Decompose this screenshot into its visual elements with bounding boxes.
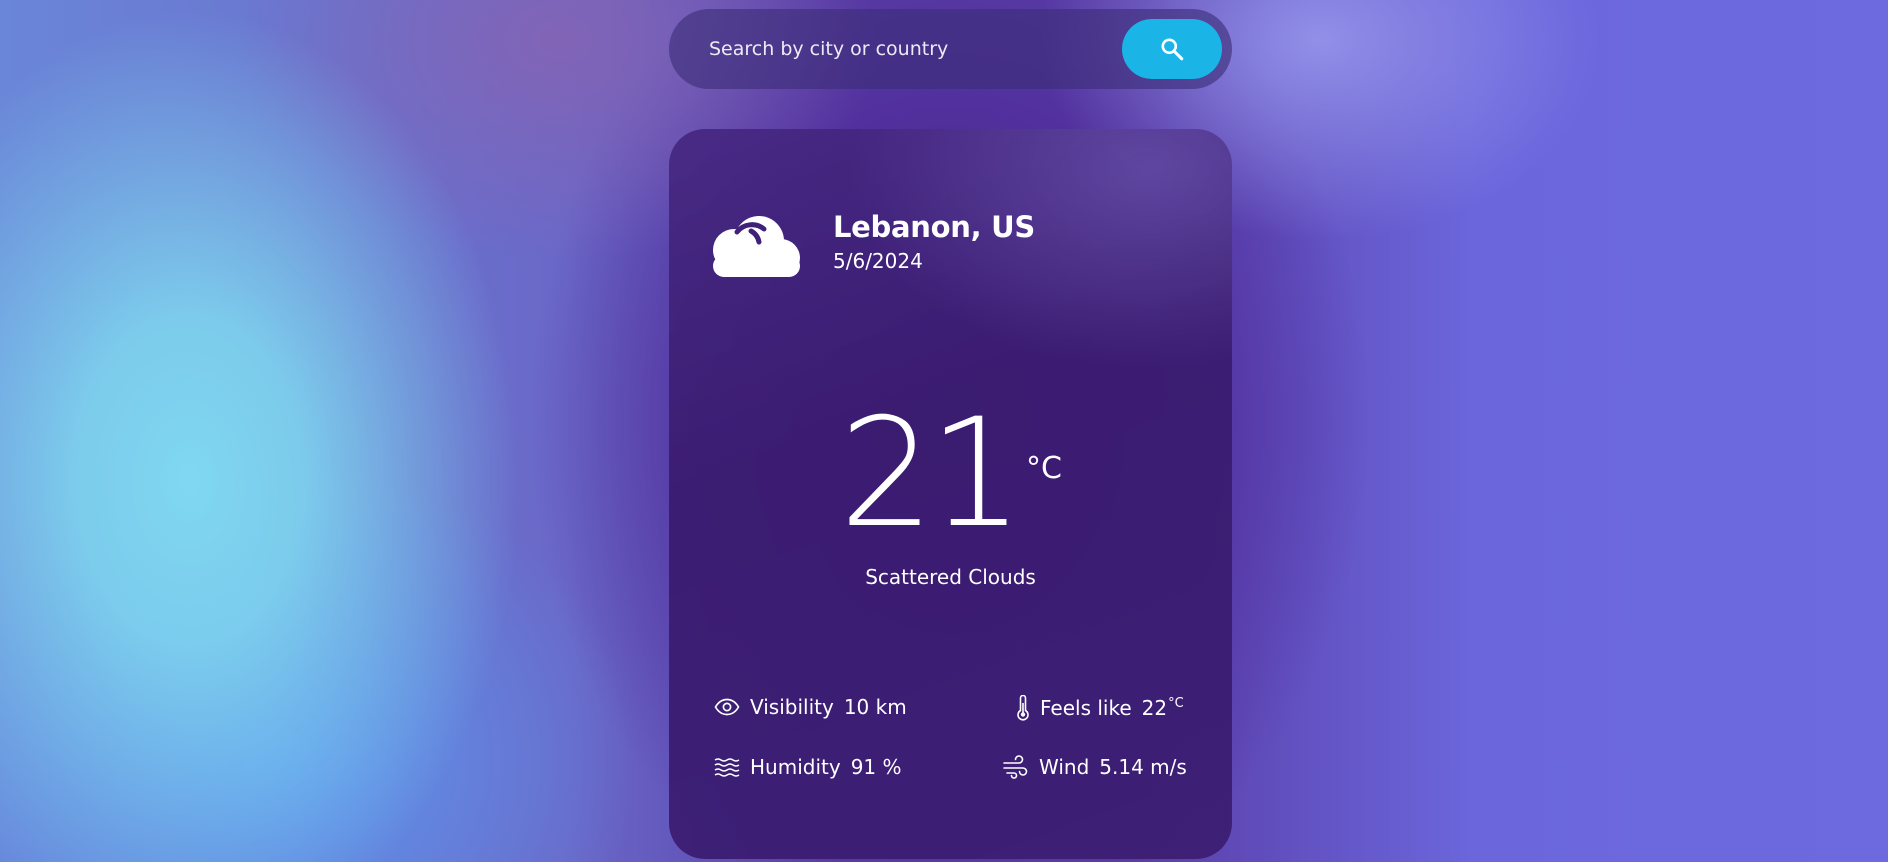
stat-humidity: Humidity 91 %: [714, 755, 902, 779]
humidity-icon: [714, 757, 740, 777]
stat-visibility: Visibility 10 km: [714, 695, 907, 719]
humidity-value: 91 %: [850, 755, 902, 779]
humidity-label: Humidity: [750, 755, 841, 779]
date: 5/6/2024: [833, 249, 923, 273]
visibility-label: Visibility: [750, 695, 834, 719]
stat-feels-like: Feels like 22°C: [1016, 695, 1184, 721]
wind-icon: [1003, 755, 1029, 779]
location-block: Lebanon, US 5/6/2024: [833, 209, 1035, 275]
temperature-block: 21 °C: [669, 399, 1232, 549]
feels-like-label: Feels like: [1040, 696, 1132, 720]
thermometer-icon: [1016, 695, 1030, 721]
temperature-value: 21: [839, 387, 1024, 561]
temperature-unit: °C: [1025, 451, 1062, 486]
feels-like-unit: °C: [1168, 696, 1184, 711]
search-bar: [669, 9, 1232, 89]
wind-label: Wind: [1039, 755, 1090, 779]
weather-card: Lebanon, US 5/6/2024 21 °C Scattered Clo…: [669, 129, 1232, 859]
visibility-value: 10 km: [843, 695, 907, 719]
eye-icon: [714, 698, 740, 716]
city-name: Lebanon, US: [833, 210, 1035, 244]
feels-like-number: 22: [1141, 696, 1168, 720]
wind-value: 5.14 m/s: [1099, 755, 1187, 779]
search-icon: [1161, 38, 1184, 61]
feels-like-value: 22°C: [1142, 696, 1184, 720]
stat-wind: Wind 5.14 m/s: [1003, 755, 1187, 779]
weather-condition: Scattered Clouds: [865, 565, 1036, 589]
cloud-icon: [713, 216, 800, 277]
search-button[interactable]: [1122, 19, 1222, 79]
